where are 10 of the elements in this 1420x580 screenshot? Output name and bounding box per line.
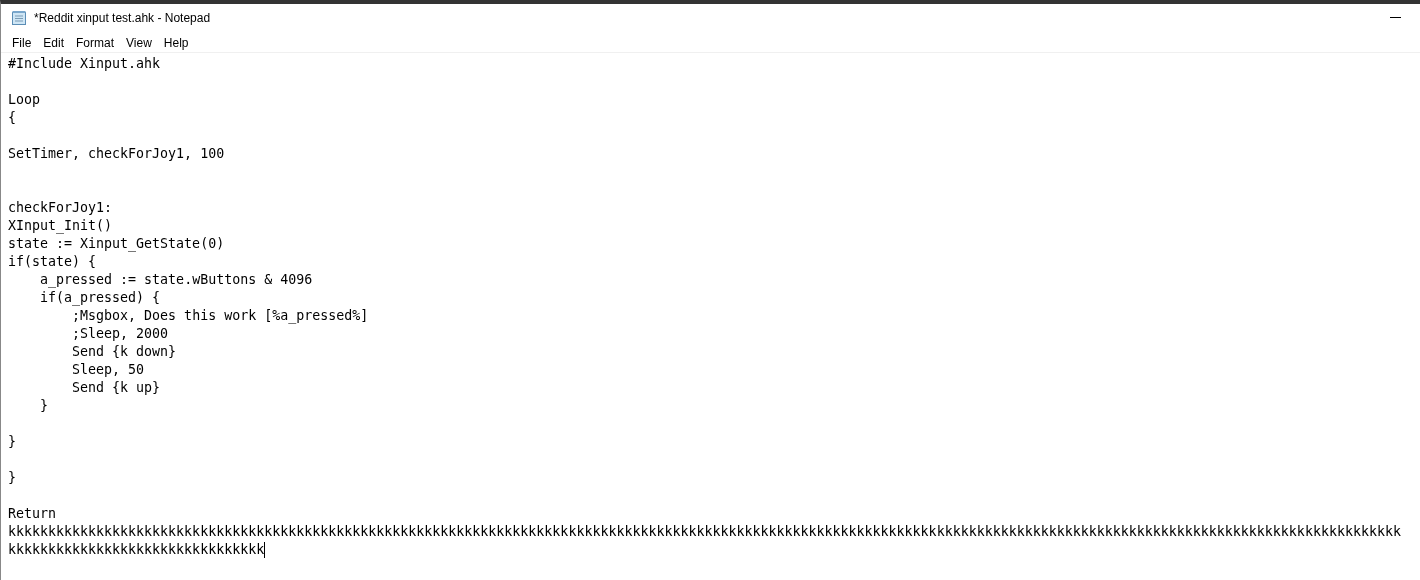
notepad-icon	[11, 10, 27, 26]
menu-item[interactable]: File	[4, 34, 36, 50]
code-text: kkkkkkkkkkkkkkkkkkkkkkkkkkkkkkkk	[8, 541, 265, 559]
menu-item[interactable]: Format	[68, 34, 119, 50]
text-cursor	[264, 542, 266, 558]
menu-item[interactable]: Help	[155, 34, 193, 50]
window-title: *Reddit xinput test.ahk - Notepad	[34, 11, 211, 25]
menu-item[interactable]: Edit	[35, 34, 69, 50]
menu-item[interactable]: View	[118, 34, 156, 50]
minimize-icon[interactable]	[1390, 17, 1401, 19]
